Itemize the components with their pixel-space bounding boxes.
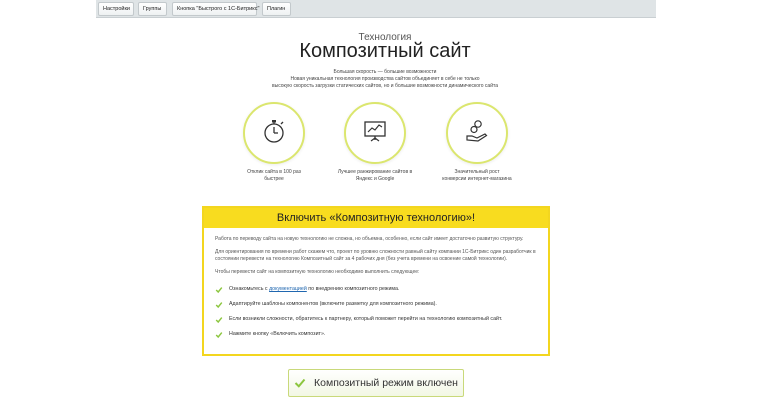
check-icon xyxy=(215,286,223,294)
step-text: Ознакомьтесь с документацией по внедрени… xyxy=(229,286,399,293)
feature-caption: Значительный рост конверсии интернет-маг… xyxy=(432,169,522,183)
hand-coins-icon xyxy=(464,118,490,149)
feature-circle xyxy=(243,102,305,164)
page-title: Композитный сайт xyxy=(299,40,471,62)
stopwatch-icon xyxy=(261,118,287,149)
tab-settings[interactable]: Настройки xyxy=(98,2,134,16)
list-item: Адаптируйте шаблоны компонентов (включит… xyxy=(215,297,537,312)
feature-circle xyxy=(446,102,508,164)
enable-composite-panel: Включить «Композитную технологию»! Работ… xyxy=(202,206,550,356)
list-item: Ознакомьтесь с документацией по внедрени… xyxy=(215,282,537,297)
step-text: Адаптируйте шаблоны компонентов (включит… xyxy=(229,301,437,307)
step-text-post: по внедрению композитного режима. xyxy=(308,286,400,292)
intro-line: Новая уникальная технология производства… xyxy=(290,76,480,82)
feature-speed: Отклик сайта в 100 раз быстрее xyxy=(229,102,319,183)
intro-line: высокую скорость загрузки статических са… xyxy=(271,83,499,89)
feature-conversion: Значительный рост конверсии интернет-маг… xyxy=(432,102,522,183)
tab-plugin[interactable]: Плагин xyxy=(262,2,291,16)
feature-caption: Лучшее ранжирование сайтов в Яндекс и Go… xyxy=(330,169,420,183)
feature-caption: Отклик сайта в 100 раз быстрее xyxy=(229,169,319,183)
list-item: Если возникли сложности, обратитесь к па… xyxy=(215,312,537,327)
check-icon xyxy=(215,316,223,324)
panel-paragraph: Работа по переводу сайта на новую технол… xyxy=(215,236,524,242)
feature-caption-line: Отклик сайта в 100 раз xyxy=(247,169,301,175)
tab-bitrix-button[interactable]: Кнопка "Быстрого с 1С-Битрикс" xyxy=(172,2,259,16)
feature-caption-line: Яндекс и Google xyxy=(355,176,395,182)
check-icon xyxy=(294,377,306,389)
panel-body: Работа по переводу сайта на новую технол… xyxy=(204,228,548,342)
intro-text: Большая скорость — большие возможности Н… xyxy=(270,69,500,90)
step-text-pre: Ознакомьтесь с xyxy=(229,286,268,292)
step-text: Нажмите кнопку «Включить композит». xyxy=(229,331,326,337)
check-icon xyxy=(215,331,223,339)
panel-heading: Включить «Композитную технологию»! xyxy=(204,208,548,228)
feature-caption-line: Значительный рост xyxy=(454,169,500,175)
intro-line: Большая скорость — большие возможности xyxy=(333,69,437,75)
composite-enabled-label: Композитный режим включен xyxy=(314,377,458,389)
feature-caption-line: Лучшее ранжирование сайтов в xyxy=(337,169,413,175)
check-icon xyxy=(215,301,223,309)
feature-ranking: Лучшее ранжирование сайтов в Яндекс и Go… xyxy=(330,102,420,183)
step-text: Если возникли сложности, обратитесь к па… xyxy=(229,316,503,322)
composite-enabled-button[interactable]: Композитный режим включен xyxy=(288,369,464,397)
steps-list: Ознакомьтесь с документацией по внедрени… xyxy=(215,282,537,342)
page: Настройки Группы Кнопка "Быстрого с 1С-Б… xyxy=(0,0,770,400)
tab-groups[interactable]: Группы xyxy=(138,2,167,16)
tab-bar: Настройки Группы Кнопка "Быстрого с 1С-Б… xyxy=(96,0,656,18)
chart-board-icon xyxy=(362,118,388,149)
documentation-link[interactable]: документацией xyxy=(269,286,307,292)
list-item: Нажмите кнопку «Включить композит». xyxy=(215,327,537,342)
panel-paragraph: Чтобы перевести сайт на композитную техн… xyxy=(215,269,420,275)
feature-caption-line: быстрее xyxy=(264,176,284,182)
feature-caption-line: конверсии интернет-магазина xyxy=(442,176,512,182)
panel-paragraph: Для ориентирования по времени работ скаж… xyxy=(215,249,536,262)
feature-circle xyxy=(344,102,406,164)
